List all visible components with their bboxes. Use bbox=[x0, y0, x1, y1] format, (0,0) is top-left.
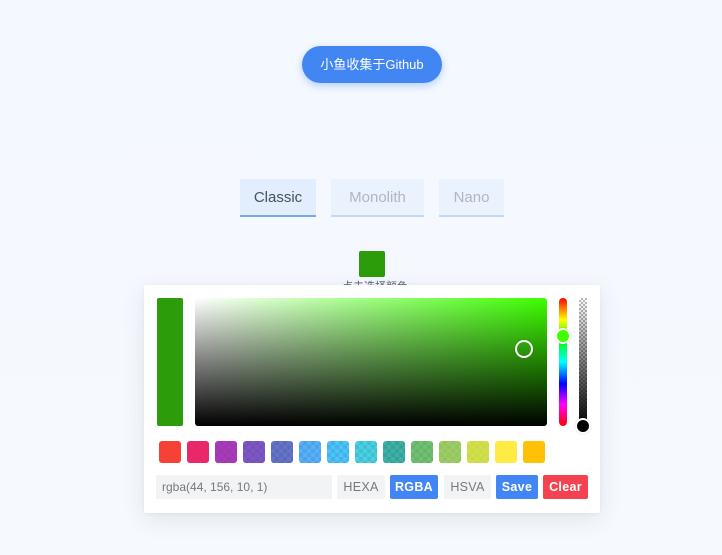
swatch-color-fill bbox=[523, 441, 545, 463]
color-preview bbox=[157, 298, 183, 426]
swatch-indigo[interactable] bbox=[271, 441, 293, 463]
swatch-color-fill bbox=[355, 441, 377, 463]
swatch-light-green[interactable] bbox=[439, 441, 461, 463]
tab-classic[interactable]: Classic bbox=[240, 179, 316, 217]
swatch-lime[interactable] bbox=[467, 441, 489, 463]
hsva-button[interactable]: HSVA bbox=[444, 475, 491, 499]
color-value-input[interactable] bbox=[156, 475, 332, 499]
opacity-slider[interactable] bbox=[575, 298, 591, 434]
hue-slider[interactable] bbox=[555, 298, 571, 426]
swatch-cyan[interactable] bbox=[355, 441, 377, 463]
swatch-color-fill bbox=[495, 441, 517, 463]
swatch-deep-purple[interactable] bbox=[243, 441, 265, 463]
palette-cursor-handle[interactable] bbox=[515, 340, 533, 358]
swatch-teal[interactable] bbox=[383, 441, 405, 463]
swatch-color-fill bbox=[159, 441, 181, 463]
hue-slider-handle[interactable] bbox=[555, 328, 571, 344]
swatch-amber[interactable] bbox=[523, 441, 545, 463]
tab-nano[interactable]: Nano bbox=[439, 179, 504, 217]
save-button[interactable]: Save bbox=[496, 475, 538, 499]
swatch-blue[interactable] bbox=[299, 441, 321, 463]
swatch-color-fill bbox=[383, 441, 405, 463]
tab-monolith[interactable]: Monolith bbox=[331, 179, 424, 217]
swatch-color-fill bbox=[187, 441, 209, 463]
swatch-color-fill bbox=[299, 441, 321, 463]
clear-button[interactable]: Clear bbox=[543, 475, 588, 499]
saturation-value-palette[interactable] bbox=[195, 298, 547, 426]
swatch-color-fill bbox=[467, 441, 489, 463]
swatch-color-fill bbox=[439, 441, 461, 463]
swatch-light-blue[interactable] bbox=[327, 441, 349, 463]
color-picker-popup: HEXA RGBA HSVA Save Clear bbox=[144, 285, 600, 513]
github-button[interactable]: 小鱼收集于Github bbox=[302, 46, 442, 83]
color-picker-trigger[interactable] bbox=[359, 251, 385, 277]
opacity-slider-handle[interactable] bbox=[575, 418, 591, 434]
swatch-pink[interactable] bbox=[187, 441, 209, 463]
swatch-purple[interactable] bbox=[215, 441, 237, 463]
swatch-color-fill bbox=[271, 441, 293, 463]
swatch-color-fill bbox=[243, 441, 265, 463]
hexa-button[interactable]: HEXA bbox=[337, 475, 385, 499]
swatch-color-fill bbox=[411, 441, 433, 463]
rgba-button[interactable]: RGBA bbox=[390, 475, 438, 499]
swatch-red[interactable] bbox=[159, 441, 181, 463]
swatch-green[interactable] bbox=[411, 441, 433, 463]
swatch-color-fill bbox=[327, 441, 349, 463]
swatch-color-fill bbox=[215, 441, 237, 463]
swatch-yellow[interactable] bbox=[495, 441, 517, 463]
page: 小鱼收集于Github Classic Monolith Nano 点击选择颜色… bbox=[0, 0, 722, 555]
